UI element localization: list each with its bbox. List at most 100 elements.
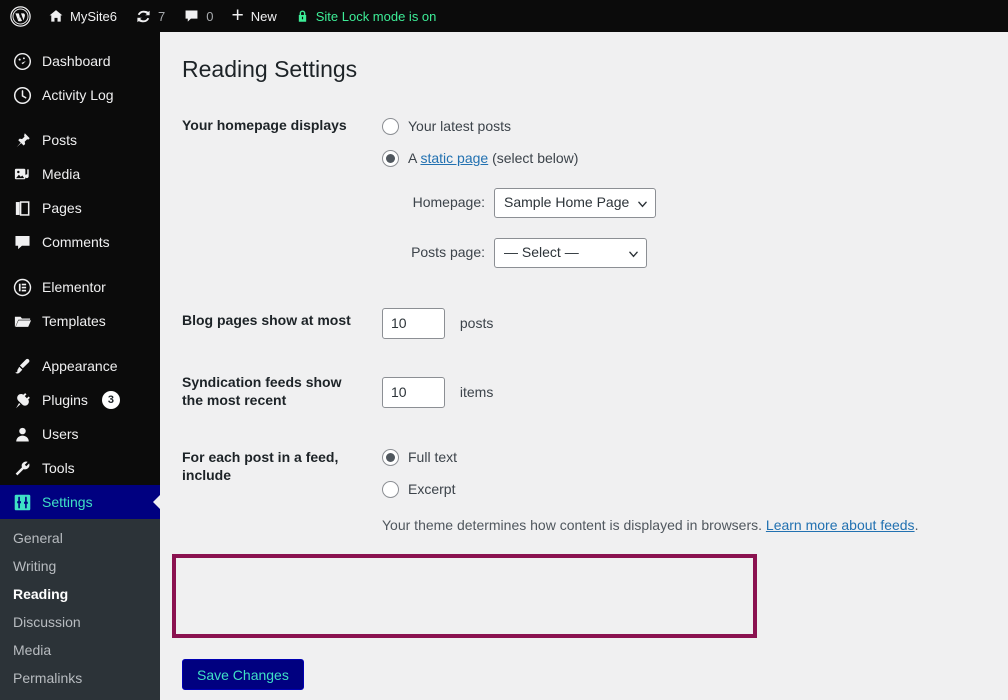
- homepage-displays-options: Your latest posts A static page (select …: [372, 103, 950, 279]
- sidebar-item-appearance[interactable]: Appearance: [0, 349, 160, 383]
- sidebar-label: Elementor: [42, 279, 106, 295]
- folder-icon: [12, 311, 32, 331]
- user-icon: [12, 424, 32, 444]
- sidebar-label: Users: [42, 426, 79, 442]
- comment-icon: [12, 232, 32, 252]
- wp-logo-menu[interactable]: [0, 0, 39, 32]
- homepage-select-value: Sample Home Page: [504, 194, 630, 211]
- feed-include-row: For each post in a feed, include Full te…: [160, 422, 950, 547]
- sidebar-item-writing[interactable]: Writing: [0, 552, 160, 580]
- sidebar-item-pages[interactable]: Pages: [0, 191, 160, 225]
- sidebar-label: Media: [42, 166, 81, 182]
- comment-bubble-icon: [183, 8, 200, 25]
- feed-include-options: Full text Excerpt Your theme determines …: [372, 422, 950, 547]
- sidebar-item-templates[interactable]: Templates: [0, 304, 160, 338]
- sidebar-label: Dashboard: [42, 53, 111, 69]
- dashboard-icon: [12, 51, 32, 71]
- plus-icon: +: [231, 3, 244, 27]
- radio-excerpt[interactable]: Excerpt: [382, 476, 940, 502]
- sidebar-label: Appearance: [42, 358, 118, 374]
- radio-static-page[interactable]: A static page (select below): [382, 146, 940, 172]
- site-lock-status[interactable]: Site Lock mode is on: [286, 0, 446, 32]
- radio-full-text-label: Full text: [408, 448, 458, 465]
- updates-icon: [135, 8, 152, 25]
- padlock-icon: [295, 8, 310, 24]
- sidebar-label: Comments: [42, 234, 110, 250]
- sidebar-item-settings[interactable]: Settings: [0, 485, 161, 519]
- homepage-displays-label: Your homepage displays: [182, 116, 347, 133]
- plug-icon: [12, 390, 32, 410]
- sidebar-item-permalinks[interactable]: Permalinks: [0, 664, 160, 692]
- radio-static-page-control[interactable]: [382, 150, 399, 168]
- updates-count: 7: [157, 8, 166, 24]
- comments-menu[interactable]: 0: [174, 0, 222, 32]
- radio-latest-posts[interactable]: Your latest posts: [382, 114, 940, 140]
- chevron-down-icon: [629, 251, 638, 258]
- sidebar-item-tools[interactable]: Tools: [0, 451, 160, 485]
- syndication-input[interactable]: 10: [382, 376, 445, 408]
- syndication-row: Syndication feeds show the most recent 1…: [160, 350, 950, 422]
- blog-pages-row: Blog pages show at most 10 posts: [160, 279, 950, 350]
- updates-menu[interactable]: 7: [126, 0, 174, 32]
- posts-page-select-row: Posts page: — Select —: [382, 237, 940, 268]
- sidebar-item-elementor[interactable]: Elementor: [0, 270, 160, 304]
- sidebar-label: Activity Log: [42, 87, 114, 103]
- sidebar-item-posts[interactable]: Posts: [0, 123, 160, 157]
- settings-submenu: General Writing Reading Discussion Media…: [0, 519, 160, 700]
- sidebar-item-plugins[interactable]: Plugins 3: [0, 383, 160, 417]
- feed-description-period: .: [914, 517, 919, 534]
- radio-full-text[interactable]: Full text: [382, 444, 940, 470]
- chevron-down-icon: [638, 201, 648, 208]
- search-visibility-highlight-box: [172, 554, 757, 638]
- sidebar-item-general[interactable]: General: [0, 524, 160, 552]
- blog-pages-input[interactable]: 10: [382, 307, 445, 339]
- home-icon: [48, 8, 64, 24]
- homepage-select[interactable]: Sample Home Page: [494, 187, 657, 218]
- page-title: Reading Settings: [182, 56, 358, 82]
- homepage-select-label: Homepage:: [412, 194, 485, 211]
- menu-separator: [0, 338, 160, 349]
- sidebar-label: Pages: [42, 200, 82, 216]
- sidebar-label: Templates: [42, 313, 106, 329]
- blog-pages-unit: posts: [459, 314, 494, 331]
- sidebar-item-media[interactable]: Media: [0, 157, 160, 191]
- sidebar-item-users[interactable]: Users: [0, 417, 160, 451]
- radio-latest-posts-label: Your latest posts: [408, 118, 511, 135]
- blog-pages-label: Blog pages show at most: [182, 311, 351, 328]
- pages-icon: [12, 198, 32, 218]
- static-page-link[interactable]: static page: [420, 150, 488, 166]
- new-label: New: [250, 8, 277, 24]
- wrench-icon: [12, 458, 32, 478]
- homepage-select-row: Homepage: Sample Home Page: [382, 187, 940, 218]
- settings-icon: [12, 492, 32, 512]
- radio-excerpt-control[interactable]: [382, 480, 399, 498]
- sidebar-label: Plugins: [42, 392, 88, 408]
- sidebar-item-discussion[interactable]: Discussion: [0, 608, 160, 636]
- syndication-field: 10 items: [372, 350, 950, 422]
- learn-more-feeds-link[interactable]: Learn more about feeds: [766, 517, 915, 533]
- elementor-icon: [12, 277, 32, 297]
- feed-include-label: For each post in a feed, include: [182, 449, 339, 484]
- site-name-menu[interactable]: MySite6: [39, 0, 126, 32]
- radio-static-prefix: A: [408, 150, 421, 167]
- sidebar-item-reading[interactable]: Reading: [0, 580, 160, 608]
- sidebar-item-dashboard[interactable]: Dashboard: [0, 44, 160, 78]
- feed-description-text: Your theme determines how content is dis…: [382, 517, 766, 534]
- radio-latest-posts-control[interactable]: [382, 118, 399, 136]
- media-icon: [12, 164, 32, 184]
- site-lock-label: Site Lock mode is on: [315, 8, 437, 24]
- sidebar-label: Settings: [42, 494, 93, 510]
- posts-page-select-label: Posts page:: [411, 244, 485, 261]
- submit-area: Save Changes: [160, 645, 1008, 691]
- feed-description: Your theme determines how content is dis…: [382, 515, 940, 536]
- posts-page-select[interactable]: — Select —: [494, 237, 647, 268]
- radio-full-text-control[interactable]: [382, 448, 399, 466]
- menu-separator: [0, 112, 160, 123]
- save-changes-button[interactable]: Save Changes: [182, 659, 304, 691]
- clock-icon: [12, 85, 32, 105]
- posts-page-select-value: — Select —: [504, 244, 579, 261]
- sidebar-item-comments[interactable]: Comments: [0, 225, 160, 259]
- sidebar-item-media-settings[interactable]: Media: [0, 636, 160, 664]
- new-content-menu[interactable]: + New: [222, 0, 285, 32]
- sidebar-item-activity-log[interactable]: Activity Log: [0, 78, 160, 112]
